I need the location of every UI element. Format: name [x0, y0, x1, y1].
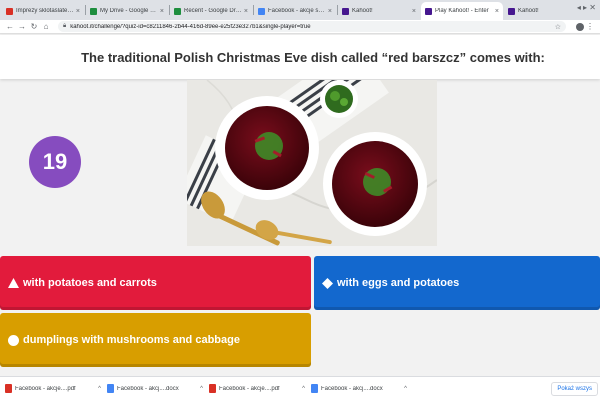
menu-icon[interactable]: ⋮ — [584, 22, 596, 31]
browser-tab[interactable]: Kahoot! — [504, 2, 564, 20]
kahoot-favicon-icon — [342, 7, 349, 15]
browser-toolbar: ← → ↻ ⌂ 🔒︎ kahoot.it/challenge/?quiz-id=… — [0, 20, 600, 34]
close-tab-icon[interactable]: × — [412, 8, 416, 15]
answer-button-yellow[interactable]: dumplings with mushrooms and cabbage — [0, 313, 311, 367]
download-item[interactable]: Facebook - akcje....pdf ^ — [2, 379, 104, 399]
google-drive-icon — [90, 7, 97, 15]
countdown-timer: 19 — [29, 136, 81, 188]
tab-favicon-icon — [6, 7, 13, 15]
bookmark-star-icon[interactable]: ☆ — [555, 23, 561, 31]
answer-button-blue[interactable]: with eggs and potatoes — [314, 256, 600, 310]
chevron-up-icon[interactable]: ^ — [302, 386, 305, 392]
browser-tab[interactable]: Kahoot! × — [338, 2, 420, 20]
reload-icon[interactable]: ↻ — [28, 22, 40, 31]
download-item[interactable]: Facebook - akcje....pdf ^ — [206, 379, 308, 399]
browser-tab[interactable]: Recent - Google Drive × — [170, 2, 252, 20]
address-bar[interactable]: 🔒︎ kahoot.it/challenge/?quiz-id=c8211846… — [58, 21, 566, 32]
browser-tab[interactable]: My Drive - Google Drive × — [86, 2, 168, 20]
browser-tab[interactable]: Imprezy sklotaślatesta × — [2, 2, 84, 20]
close-tab-icon[interactable]: × — [76, 8, 80, 15]
question-text: The traditional Polish Christmas Eve dis… — [81, 49, 545, 65]
circle-icon — [6, 333, 20, 347]
window-controls[interactable]: ◂ ▸ ✕ — [577, 3, 596, 12]
download-item[interactable]: Facebook - akcj....docx ^ — [104, 379, 206, 399]
downloads-bar: Facebook - akcje....pdf ^ Facebook - akcj… — [0, 376, 600, 400]
tab-title: Play Kahoot! - Enter — [435, 8, 489, 14]
lock-icon[interactable]: 🔒︎ — [63, 23, 66, 30]
tab-title: My Drive - Google Drive — [100, 8, 158, 14]
close-tab-icon[interactable]: × — [495, 8, 499, 15]
url-text: kahoot.it/challenge/?quiz-id=c8211846-2b… — [70, 23, 311, 30]
download-file-name: Facebook - akcj....docx — [117, 385, 179, 392]
answer-label: with eggs and potatoes — [337, 277, 460, 289]
chevron-up-icon[interactable]: ^ — [200, 386, 203, 392]
answer-label: with potatoes and carrots — [23, 277, 157, 289]
answer-button-red[interactable]: with potatoes and carrots — [0, 256, 311, 310]
docx-file-icon — [107, 384, 114, 393]
close-tab-icon[interactable]: × — [328, 8, 332, 15]
barszcz-photo — [187, 80, 437, 246]
forward-icon[interactable]: → — [16, 22, 28, 31]
browser-tab[interactable]: Facebook - akcje świąt × — [254, 2, 336, 20]
triangle-icon — [6, 276, 20, 290]
close-tab-icon[interactable]: × — [160, 8, 164, 15]
browser-tab-active[interactable]: Play Kahoot! - Enter × — [421, 2, 503, 20]
download-file-name: Facebook - akcj....docx — [321, 385, 383, 392]
home-icon[interactable]: ⌂ — [40, 22, 52, 31]
tab-title: Kahoot! — [518, 8, 539, 14]
show-all-downloads-button[interactable]: Pokaż wszys — [551, 382, 598, 396]
pdf-file-icon — [5, 384, 12, 393]
browser-tab-strip: Imprezy sklotaślatesta × My Drive - Googl… — [0, 0, 600, 20]
profile-avatar[interactable] — [576, 22, 584, 31]
diamond-icon — [320, 276, 334, 290]
docx-file-icon — [311, 384, 318, 393]
google-drive-icon — [174, 7, 181, 15]
download-item[interactable]: Facebook - akcj....docx ^ — [308, 379, 410, 399]
pdf-file-icon — [209, 384, 216, 393]
chevron-up-icon[interactable]: ^ — [98, 386, 101, 392]
kahoot-favicon-icon — [508, 7, 515, 15]
tab-title: Imprezy sklotaślatesta — [16, 8, 74, 14]
tab-title: Kahoot! — [352, 8, 373, 14]
tab-title: Facebook - akcje świąt — [268, 8, 326, 14]
answer-label: dumplings with mushrooms and cabbage — [23, 334, 240, 346]
chevron-up-icon[interactable]: ^ — [404, 386, 407, 392]
google-docs-icon — [258, 7, 265, 15]
question-image — [187, 80, 437, 246]
close-tab-icon[interactable]: × — [244, 8, 248, 15]
back-icon[interactable]: ← — [4, 22, 16, 31]
tab-title: Recent - Google Drive — [184, 8, 242, 14]
kahoot-favicon-icon — [425, 7, 432, 15]
download-file-name: Facebook - akcje....pdf — [15, 385, 76, 392]
download-file-name: Facebook - akcje....pdf — [219, 385, 280, 392]
question-bar: The traditional Polish Christmas Eve dis… — [0, 35, 600, 79]
